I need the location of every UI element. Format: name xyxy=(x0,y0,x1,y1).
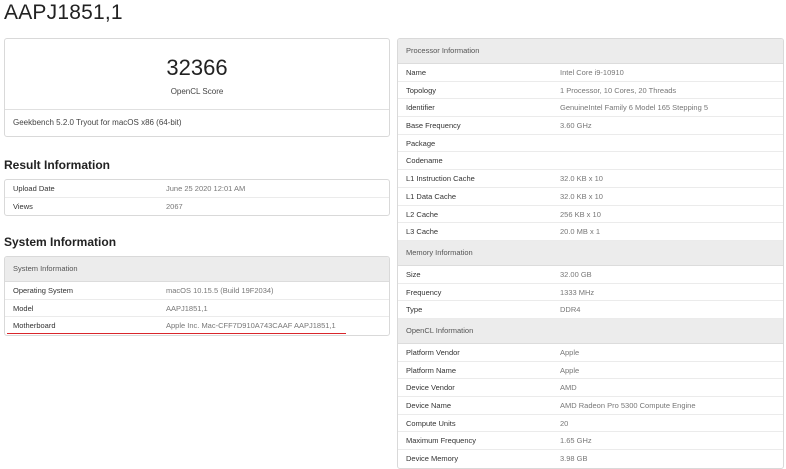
table-row-size: Size 32.00 GB xyxy=(398,266,783,284)
row-value: macOS 10.15.5 (Build 19F2034) xyxy=(166,286,274,295)
result-information-heading: Result Information xyxy=(4,158,111,172)
row-value: 32.00 GB xyxy=(560,269,592,279)
motherboard-highlight-underline xyxy=(7,333,346,334)
processor-information-table-header: Processor Information xyxy=(398,39,783,64)
table-row-l1-data-cache: L1 Data Cache 32.0 KB x 10 xyxy=(398,188,783,206)
system-information-heading: System Information xyxy=(4,235,117,249)
table-row-model: Model AAPJ1851,1 xyxy=(5,300,389,318)
table-row-device-memory: Device Memory 3.98 GB xyxy=(398,450,783,468)
row-value: AAPJ1851,1 xyxy=(166,303,208,313)
row-value: 20 xyxy=(560,418,569,428)
table-row-device-name: Device Name AMD Radeon Pro 5300 Compute … xyxy=(398,397,783,415)
row-value: 32.0 KB x 10 xyxy=(560,191,603,201)
row-value: DDR4 xyxy=(560,305,581,315)
table-row-codename: Codename xyxy=(398,152,783,171)
row-value: 32.0 KB x 10 xyxy=(560,174,603,184)
row-value: Apple xyxy=(560,347,580,357)
row-key: L3 Cache xyxy=(406,227,439,237)
system-information-table-header: System Information xyxy=(5,257,389,282)
row-key: Upload Date xyxy=(13,184,55,193)
row-key: Views xyxy=(13,201,33,211)
row-key: Name xyxy=(406,68,427,77)
row-key: L1 Data Cache xyxy=(406,191,457,201)
score-divider xyxy=(5,109,389,110)
row-key: Package xyxy=(406,138,436,148)
table-row-name: Name Intel Core i9-10910 xyxy=(398,64,783,82)
row-value: 3.98 GB xyxy=(560,454,588,464)
table-row-l3-cache: L3 Cache 20.0 MB x 1 xyxy=(398,223,783,241)
row-value: 1333 MHz xyxy=(560,287,595,297)
table-row-topology: Topology 1 Processor, 10 Cores, 20 Threa… xyxy=(398,82,783,100)
table-row-l1-instruction-cache: L1 Instruction Cache 32.0 KB x 10 xyxy=(398,170,783,188)
row-key: Maximum Frequency xyxy=(406,436,477,446)
table-row-operating-system: Operating System macOS 10.15.5 (Build 19… xyxy=(5,282,389,300)
row-key: Compute Units xyxy=(406,418,456,428)
table-row-base-frequency: Base Frequency 3.60 GHz xyxy=(398,117,783,135)
row-key: Base Frequency xyxy=(406,121,461,131)
row-value: 1 Processor, 10 Cores, 20 Threads xyxy=(560,85,677,95)
row-value: Apple xyxy=(560,365,580,375)
row-value: 2067 xyxy=(166,201,183,211)
table-row-frequency: Frequency 1333 MHz xyxy=(398,284,783,302)
system-information-table: System Information Operating System macO… xyxy=(4,256,390,337)
row-key: Device Vendor xyxy=(406,383,455,393)
table-row-l2-cache: L2 Cache 256 KB x 10 xyxy=(398,206,783,224)
row-key: Platform Name xyxy=(406,365,457,375)
row-value: 1.65 GHz xyxy=(560,436,592,446)
row-value: 3.60 GHz xyxy=(560,121,592,131)
score-card: 32366 OpenCL Score Geekbench 5.2.0 Tryou… xyxy=(4,38,390,137)
row-key: Type xyxy=(406,305,423,315)
row-value: 20.0 MB x 1 xyxy=(560,227,601,237)
opencl-information-table-header: OpenCL Information xyxy=(398,318,783,344)
row-key: Device Name xyxy=(406,401,452,410)
row-key: Identifier xyxy=(406,103,435,113)
table-row-type: Type DDR4 xyxy=(398,301,783,319)
row-value: AMD xyxy=(560,383,577,393)
table-row-maximum-frequency: Maximum Frequency 1.65 GHz xyxy=(398,432,783,451)
table-row-platform-name: Platform Name Apple xyxy=(398,362,783,380)
table-row-upload-date: Upload Date June 25 2020 12:01 AM xyxy=(5,180,389,198)
table-row-views: Views 2067 xyxy=(5,198,389,216)
row-value: AMD Radeon Pro 5300 Compute Engine xyxy=(560,401,696,410)
left-column: 32366 OpenCL Score Geekbench 5.2.0 Tryou… xyxy=(4,38,390,337)
row-key: Model xyxy=(13,303,34,313)
opencl-score-label: OpenCL Score xyxy=(170,87,224,96)
row-key: Codename xyxy=(406,156,443,166)
row-key: Operating System xyxy=(13,286,74,295)
table-row-device-vendor: Device Vendor AMD xyxy=(398,379,783,397)
memory-information-table-header: Memory Information xyxy=(398,240,783,266)
row-key: Frequency xyxy=(406,287,442,297)
row-key: L2 Cache xyxy=(406,209,439,219)
processor-information-table: Processor Information Name Intel Core i9… xyxy=(397,38,784,469)
table-row-compute-units: Compute Units 20 xyxy=(398,415,783,433)
table-row-identifier: Identifier GenuineIntel Family 6 Model 1… xyxy=(398,99,783,118)
opencl-score-value: 32366 xyxy=(166,55,228,80)
row-value: 256 KB x 10 xyxy=(560,209,601,219)
page-title: AAPJ1851,1 xyxy=(4,1,123,24)
row-value: GenuineIntel Family 6 Model 165 Stepping… xyxy=(560,103,709,113)
row-value: Intel Core i9-10910 xyxy=(560,68,624,77)
row-value: June 25 2020 12:01 AM xyxy=(166,184,246,193)
geekbench-version: Geekbench 5.2.0 Tryout for macOS x86 (64… xyxy=(13,118,182,127)
table-row-package: Package xyxy=(398,135,783,153)
row-key: L1 Instruction Cache xyxy=(406,174,475,184)
table-row-platform-vendor: Platform Vendor Apple xyxy=(398,344,783,362)
row-key: Size xyxy=(406,269,421,279)
row-key: Device Memory xyxy=(406,454,459,464)
row-key: Topology xyxy=(406,85,437,95)
row-key: Platform Vendor xyxy=(406,347,460,357)
result-information-table: Upload Date June 25 2020 12:01 AM Views … xyxy=(4,179,390,217)
